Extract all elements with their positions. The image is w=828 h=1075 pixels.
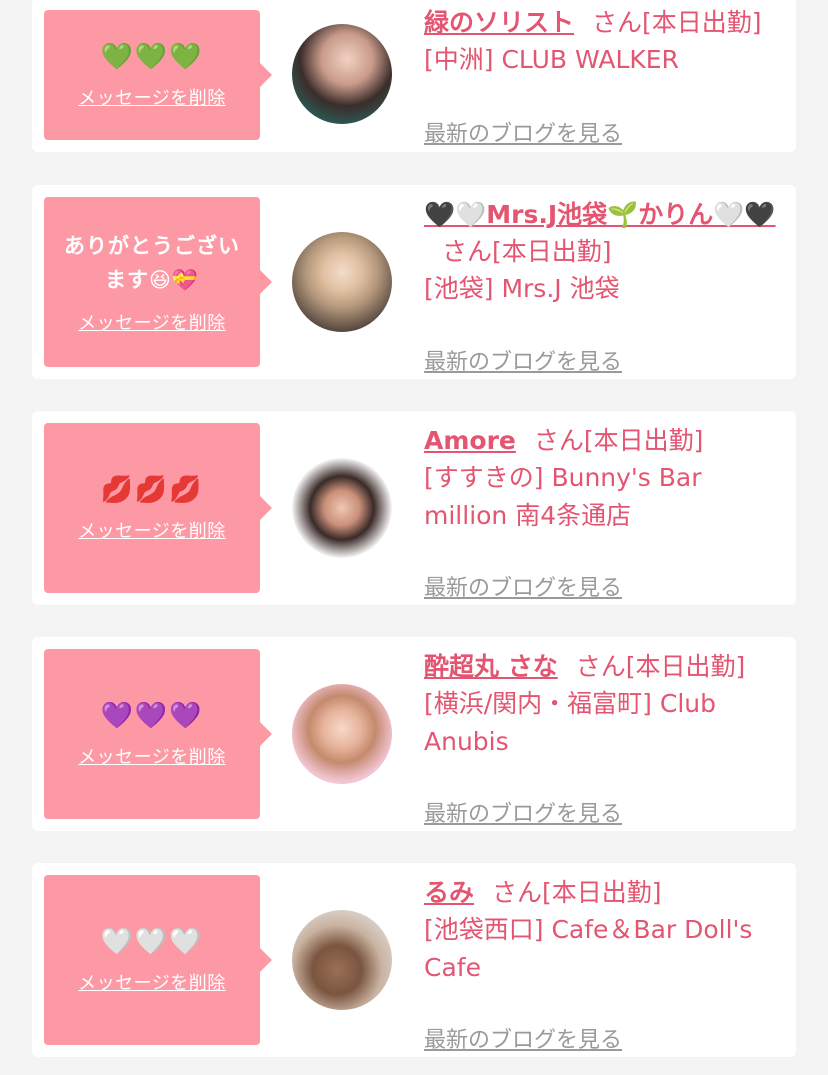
message-bubble: ありがとうございます😆💝 メッセージを削除 — [44, 197, 272, 367]
delete-message-link[interactable]: メッセージを削除 — [78, 969, 226, 995]
delete-message-link[interactable]: メッセージを削除 — [78, 84, 226, 110]
cast-name-link[interactable]: 緑のソリスト — [424, 8, 574, 37]
message-text: 💜💜💜 — [100, 701, 204, 731]
latest-blog-link[interactable]: 最新のブログを見る — [424, 344, 622, 376]
cast-status: さん[本日出勤] — [442, 237, 612, 266]
list-item: ありがとうございます😆💝 メッセージを削除 🖤🤍Mrs.J池袋🌱かりん🤍🖤 さん[… — [32, 185, 796, 379]
avatar[interactable] — [292, 458, 392, 558]
avatar[interactable] — [292, 684, 392, 784]
delete-message-link[interactable]: メッセージを削除 — [78, 517, 226, 543]
cast-status: さん[本日出勤] — [575, 652, 746, 681]
message-bubble: 💜💜💜 メッセージを削除 — [44, 649, 272, 819]
latest-blog-link[interactable]: 最新のブログを見る — [424, 796, 622, 828]
cast-name-link[interactable]: るみ — [424, 878, 474, 907]
avatar[interactable] — [292, 910, 392, 1010]
message-bubble: 💋💋💋 メッセージを削除 — [44, 423, 272, 593]
message-text: ありがとうございます😆💝 — [64, 234, 240, 292]
cast-name-link[interactable]: 🖤🤍Mrs.J池袋🌱かりん🤍🖤 — [424, 200, 776, 229]
avatar[interactable] — [292, 232, 392, 332]
latest-blog-link[interactable]: 最新のブログを見る — [424, 1022, 622, 1054]
list-item: 💚💚💚 メッセージを削除 緑のソリスト さん[本日出勤] [中洲] CLUB WA… — [32, 0, 796, 152]
shop-name: [池袋西口] Cafe＆Bar Doll's Cafe — [424, 915, 753, 982]
shop-name: [横浜/関内・福富町] Club Anubis — [424, 689, 716, 756]
cast-name-link[interactable]: 酔超丸 さな — [424, 652, 558, 681]
message-list: 💚💚💚 メッセージを削除 緑のソリスト さん[本日出勤] [中洲] CLUB WA… — [0, 0, 828, 1075]
message-bubble: 💚💚💚 メッセージを削除 — [44, 10, 272, 140]
cast-status: さん[本日出勤] — [492, 878, 662, 907]
list-item: 🤍🤍🤍 メッセージを削除 るみ さん[本日出勤] [池袋西口] Cafe＆Bar … — [32, 863, 796, 1057]
message-text: 🤍🤍🤍 — [100, 927, 204, 957]
delete-message-link[interactable]: メッセージを削除 — [78, 309, 226, 335]
avatar[interactable] — [292, 24, 392, 124]
cast-name-link[interactable]: Amore — [424, 426, 516, 455]
list-item: 💜💜💜 メッセージを削除 酔超丸 さな さん[本日出勤] [横浜/関内・福富町] … — [32, 637, 796, 831]
latest-blog-link[interactable]: 最新のブログを見る — [424, 116, 622, 148]
shop-name: [すすきの] Bunny's Bar million 南4条通店 — [424, 463, 702, 530]
message-text: 💚💚💚 — [100, 42, 204, 72]
cast-status: さん[本日出勤] — [533, 426, 704, 455]
shop-name: [池袋] Mrs.J 池袋 — [424, 274, 620, 303]
shop-name: [中洲] CLUB WALKER — [424, 45, 679, 74]
list-item: 💋💋💋 メッセージを削除 Amore さん[本日出勤] [すすきの] Bunny'… — [32, 411, 796, 605]
message-text: 💋💋💋 — [100, 475, 204, 505]
latest-blog-link[interactable]: 最新のブログを見る — [424, 570, 622, 602]
cast-status: さん[本日出勤] — [592, 8, 762, 37]
message-bubble: 🤍🤍🤍 メッセージを削除 — [44, 875, 272, 1045]
delete-message-link[interactable]: メッセージを削除 — [78, 743, 226, 769]
